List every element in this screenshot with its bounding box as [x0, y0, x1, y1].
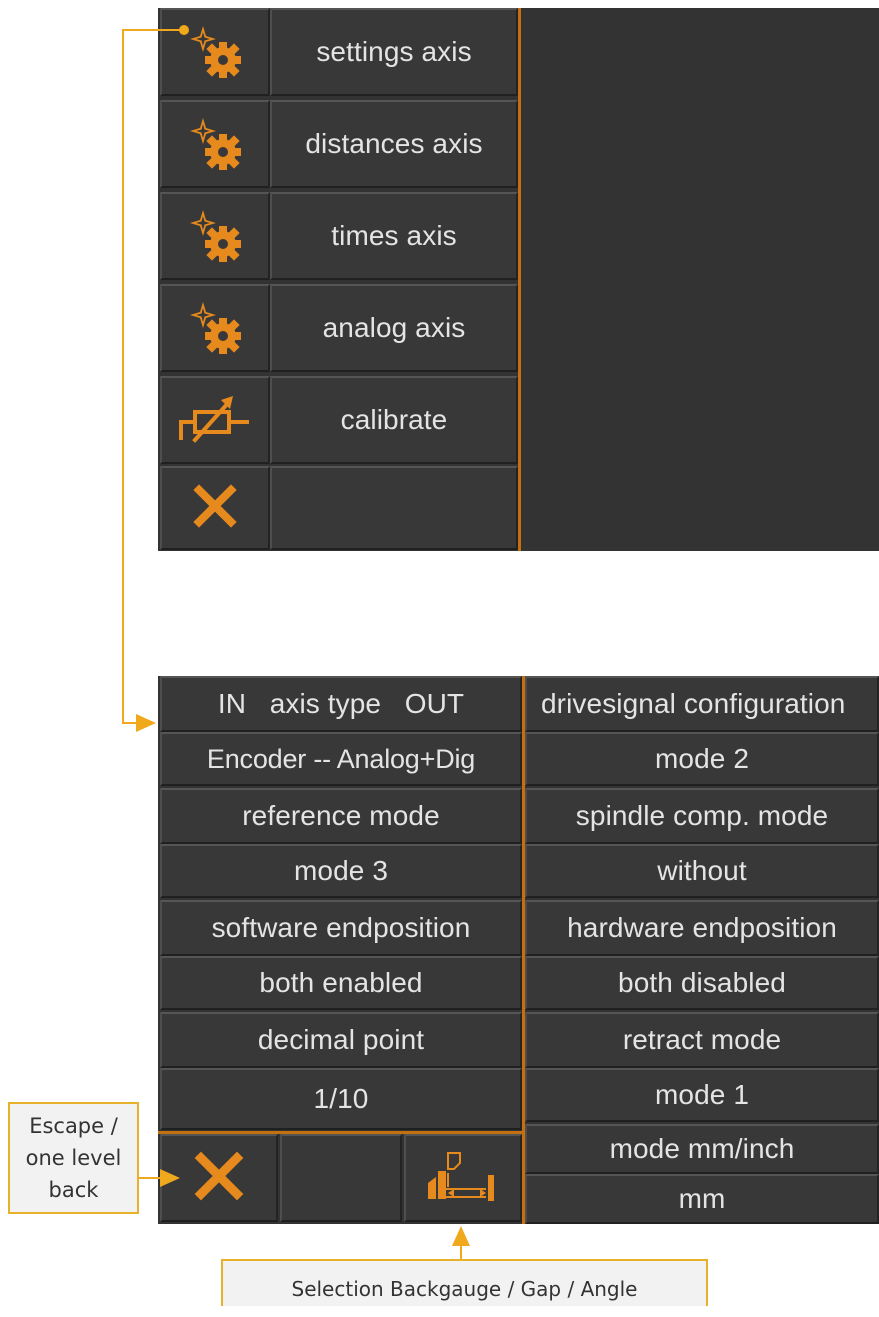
arrow-head — [136, 714, 156, 732]
reference-mode-value[interactable]: mode 3 — [160, 844, 522, 898]
escape-callout: Escape / one level back — [8, 1102, 139, 1214]
reference-mode-header: reference mode — [160, 788, 522, 844]
connector-line — [122, 29, 124, 724]
distances-axis-button[interactable]: distances axis — [270, 100, 518, 188]
arrow-head — [160, 1169, 180, 1187]
spindle-comp-mode-label: spindle comp. mode — [575, 800, 829, 831]
retract-mode-value-text: mode 1 — [655, 1079, 749, 1110]
close-icon — [191, 482, 239, 535]
axis-type-label: IN axis type OUT — [217, 688, 465, 719]
settings-axis-icon-button[interactable] — [160, 8, 270, 96]
distances-axis-icon-button[interactable] — [160, 100, 270, 188]
hardware-endposition-value[interactable]: both disabled — [525, 956, 879, 1010]
software-endposition-value[interactable]: both enabled — [160, 956, 522, 1010]
mode-mm-inch-label: mode mm/inch — [609, 1133, 795, 1164]
selection-backgauge-button[interactable] — [404, 1134, 522, 1222]
escape-callout-text: Escape / one level back — [25, 1114, 122, 1202]
hardware-endposition-header: hardware endposition — [525, 900, 879, 956]
drivesignal-configuration-header: drivesignal configuration — [525, 676, 879, 732]
spindle-comp-mode-value-text: without — [657, 855, 747, 886]
reference-mode-value-text: mode 3 — [294, 855, 388, 886]
retract-mode-label: retract mode — [622, 1024, 782, 1055]
times-axis-button[interactable]: times axis — [270, 192, 518, 280]
axis-type-value-text: Encoder -- Analog+Dig — [206, 743, 476, 774]
decimal-point-label: decimal point — [257, 1024, 425, 1055]
drivesignal-configuration-label: drivesignal configuration — [541, 688, 846, 719]
selection-callout-text: Selection Backgauge / Gap / Angle — [291, 1277, 638, 1301]
empty-menu-slot — [270, 466, 518, 550]
analog-axis-label: analog axis — [322, 312, 466, 343]
distances-axis-label: distances axis — [305, 128, 483, 159]
close-icon — [193, 1150, 245, 1207]
settings-axis-label: settings axis — [316, 36, 472, 67]
times-axis-label: times axis — [331, 220, 457, 251]
decimal-point-header: decimal point — [160, 1012, 522, 1068]
spindle-comp-mode-header: spindle comp. mode — [525, 788, 879, 844]
mode-mm-inch-value[interactable]: mm — [525, 1174, 879, 1224]
connector-dot — [179, 25, 189, 35]
hardware-endposition-value-text: both disabled — [618, 967, 786, 998]
empty-toolbar-slot — [280, 1134, 402, 1222]
decimal-point-value[interactable]: 1/10 — [160, 1068, 522, 1130]
drivesignal-configuration-value[interactable]: mode 2 — [525, 732, 879, 786]
retract-mode-value[interactable]: mode 1 — [525, 1068, 879, 1122]
close-button[interactable] — [160, 466, 270, 550]
hardware-endposition-label: hardware endposition — [567, 912, 837, 943]
drivesignal-configuration-value-text: mode 2 — [655, 743, 749, 774]
analog-axis-button[interactable]: analog axis — [270, 284, 518, 372]
calibrate-icon-button[interactable] — [160, 376, 270, 464]
calibrate-label: calibrate — [340, 404, 448, 435]
software-endposition-value-text: both enabled — [259, 967, 423, 998]
software-endposition-label: software endposition — [211, 912, 471, 943]
selection-callout: Selection Backgauge / Gap / Angle — [221, 1259, 708, 1306]
gear-sparkle-icon — [179, 110, 251, 179]
backgauge-icon — [424, 1147, 502, 1210]
arrow-head — [452, 1226, 470, 1246]
calibrate-icon — [173, 388, 257, 453]
menu-divider — [518, 8, 521, 551]
axis-type-header: IN axis type OUT — [160, 676, 522, 732]
settings-axis-button[interactable]: settings axis — [270, 8, 518, 96]
calibrate-button[interactable]: calibrate — [270, 376, 518, 464]
analog-axis-icon-button[interactable] — [160, 284, 270, 372]
decimal-point-value-text: 1/10 — [313, 1083, 369, 1114]
times-axis-icon-button[interactable] — [160, 192, 270, 280]
reference-mode-label: reference mode — [242, 800, 440, 831]
connector-line — [122, 29, 184, 31]
retract-mode-header: retract mode — [525, 1012, 879, 1068]
spindle-comp-mode-value[interactable]: without — [525, 844, 879, 898]
software-endposition-header: software endposition — [160, 900, 522, 956]
axis-type-value[interactable]: Encoder -- Analog+Dig — [160, 732, 522, 786]
gear-sparkle-icon — [179, 294, 251, 363]
gear-sparkle-icon — [179, 202, 251, 271]
mode-mm-inch-value-text: mm — [678, 1183, 726, 1214]
mode-mm-inch-header: mode mm/inch — [525, 1124, 879, 1174]
